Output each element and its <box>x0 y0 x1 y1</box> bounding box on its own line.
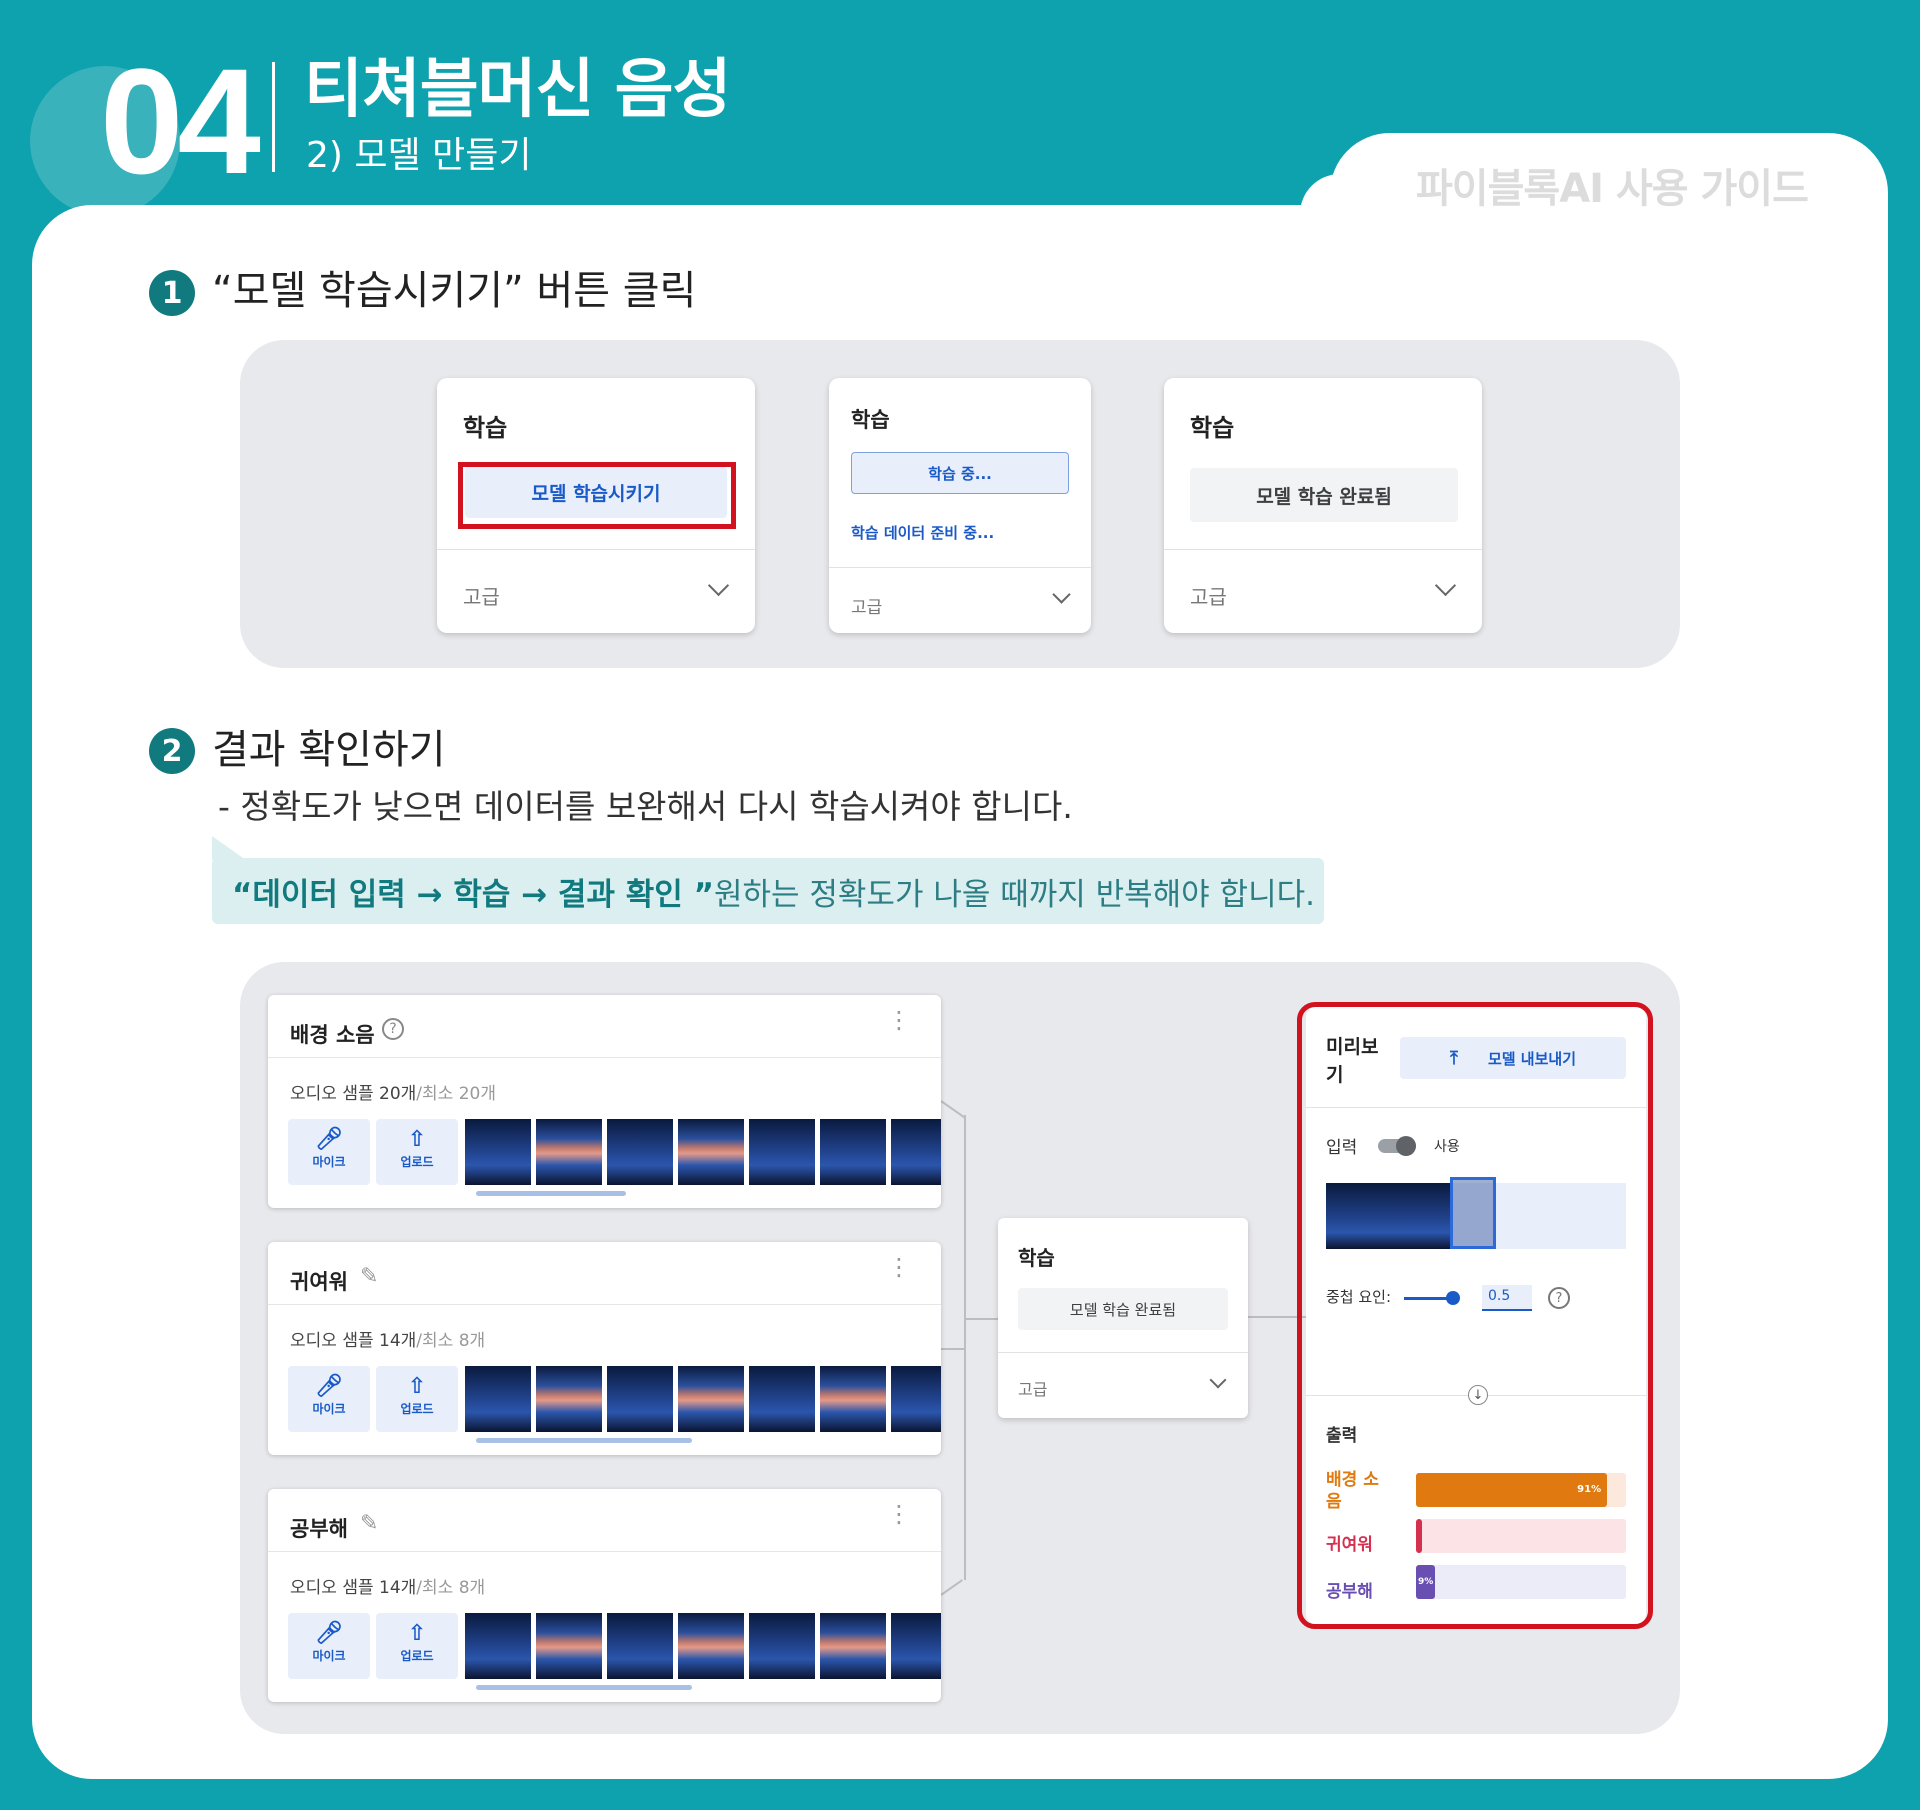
chevron-down-icon[interactable] <box>1209 1371 1227 1389</box>
upload-button[interactable]: ⇧ 업로드 <box>376 1613 458 1679</box>
training-complete-button[interactable]: 모델 학습 완료됨 <box>1190 468 1458 522</box>
spectrogram-sample[interactable] <box>749 1119 815 1185</box>
spectrogram-sample[interactable] <box>891 1613 941 1679</box>
train-card-training: 학습 학습 중... 학습 데이터 준비 중... 고급 <box>829 378 1091 633</box>
train-card-title: 학습 <box>463 414 508 442</box>
chevron-down-icon[interactable] <box>1052 585 1071 604</box>
advanced-label[interactable]: 고급 <box>1018 1376 1047 1400</box>
card-divider <box>268 1304 941 1305</box>
mic-icon: 🎤︎ <box>315 1621 343 1646</box>
sample-count: 오디오 샘플 20개/최소 20개 <box>290 1084 496 1104</box>
sample-count: 오디오 샘플 14개/최소 8개 <box>290 1578 486 1598</box>
connector-line <box>941 1348 965 1350</box>
class-card-background-noise: 배경 소음 ? ⋮ 오디오 샘플 20개/최소 20개 🎤︎ 마이크 ⇧ 업로드 <box>268 995 941 1208</box>
spectrogram-sample[interactable] <box>891 1119 941 1185</box>
spectrogram-sample[interactable] <box>820 1366 886 1432</box>
class-name[interactable]: 배경 소음 <box>290 1019 375 1049</box>
mic-button[interactable]: 🎤︎ 마이크 <box>288 1613 370 1679</box>
spectrogram-sample[interactable] <box>607 1613 673 1679</box>
page-title: 티쳐블머신 음성 <box>304 53 731 127</box>
highlight-frame <box>458 462 736 529</box>
callout-text: 원하는 정확도가 나올 때까지 반복해야 합니다. <box>713 876 1315 913</box>
connector-line <box>964 1318 1000 1320</box>
spectrogram-sample[interactable] <box>749 1366 815 1432</box>
edit-pencil-icon[interactable]: ✎ <box>360 1264 378 1289</box>
spectrogram-sample[interactable] <box>820 1613 886 1679</box>
advanced-label[interactable]: 고급 <box>463 581 500 610</box>
card-divider <box>437 549 755 550</box>
chevron-down-icon[interactable] <box>1434 574 1457 597</box>
edit-pencil-icon[interactable]: ✎ <box>360 1511 378 1536</box>
upload-button[interactable]: ⇧ 업로드 <box>376 1119 458 1185</box>
mic-button[interactable]: 🎤︎ 마이크 <box>288 1119 370 1185</box>
spectrogram-sample[interactable] <box>465 1366 531 1432</box>
more-options-icon[interactable]: ⋮ <box>887 1502 911 1526</box>
spectrogram-sample[interactable] <box>678 1119 744 1185</box>
header-divider <box>272 62 275 172</box>
spectrogram-sample[interactable] <box>820 1119 886 1185</box>
step2-note: - 정확도가 낮으면 데이터를 보완해서 다시 학습시켜야 합니다. <box>218 787 1073 826</box>
callout-tail <box>212 836 246 860</box>
card-divider <box>829 567 1091 568</box>
sample-scrollbar[interactable] <box>476 1191 626 1196</box>
step1-badge: 1 <box>149 270 195 316</box>
class-card-study: 공부해 ✎ ⋮ 오디오 샘플 14개/최소 8개 🎤︎ 마이크 ⇧ 업로드 <box>268 1489 941 1702</box>
class-name[interactable]: 공부해 <box>290 1513 348 1543</box>
training-status: 학습 데이터 준비 중... <box>851 524 995 542</box>
spectrogram-sample[interactable] <box>678 1366 744 1432</box>
advanced-label[interactable]: 고급 <box>1190 581 1227 610</box>
spectrogram-sample[interactable] <box>536 1119 602 1185</box>
training-complete-button[interactable]: 모델 학습 완료됨 <box>1018 1288 1228 1330</box>
train-card-title: 학습 <box>1018 1246 1055 1270</box>
mic-icon: 🎤︎ <box>315 1127 343 1152</box>
more-options-icon[interactable]: ⋮ <box>887 1255 911 1279</box>
train-card-title: 학습 <box>851 408 890 432</box>
card-divider <box>1164 549 1482 550</box>
upload-button[interactable]: ⇧ 업로드 <box>376 1366 458 1432</box>
sample-count: 오디오 샘플 14개/최소 8개 <box>290 1331 486 1351</box>
upload-icon: ⇧ <box>407 1374 427 1399</box>
train-card-title: 학습 <box>1190 414 1235 442</box>
highlight-frame <box>1297 1002 1653 1629</box>
spectrogram-sample[interactable] <box>607 1366 673 1432</box>
class-name[interactable]: 귀여워 <box>290 1266 348 1296</box>
mic-icon: 🎤︎ <box>315 1374 343 1399</box>
train-card: 학습 모델 학습 완료됨 고급 <box>998 1218 1248 1418</box>
spectrogram-sample[interactable] <box>465 1119 531 1185</box>
advanced-label[interactable]: 고급 <box>851 593 882 618</box>
training-in-progress-button[interactable]: 학습 중... <box>851 452 1069 494</box>
class-card-cute: 귀여워 ✎ ⋮ 오디오 샘플 14개/최소 8개 🎤︎ 마이크 ⇧ 업로드 <box>268 1242 941 1455</box>
sample-scrollbar[interactable] <box>476 1685 692 1690</box>
sample-scrollbar[interactable] <box>476 1438 692 1443</box>
more-options-icon[interactable]: ⋮ <box>887 1008 911 1032</box>
help-icon[interactable]: ? <box>382 1018 404 1040</box>
upload-icon: ⇧ <box>407 1127 427 1152</box>
step2-text: 결과 확인하기 <box>212 727 446 773</box>
mic-button[interactable]: 🎤︎ 마이크 <box>288 1366 370 1432</box>
guide-label: 파이블록AI 사용 가이드 <box>1416 166 1809 212</box>
spectrogram-sample[interactable] <box>536 1613 602 1679</box>
spectrogram-sample[interactable] <box>678 1613 744 1679</box>
card-divider <box>268 1551 941 1552</box>
chevron-down-icon[interactable] <box>707 574 730 597</box>
callout-box: “데이터 입력 → 학습 → 결과 확인 ” 원하는 정확도가 나올 때까지 반… <box>212 858 1324 924</box>
spectrogram-sample[interactable] <box>891 1366 941 1432</box>
spectrogram-sample[interactable] <box>465 1613 531 1679</box>
step1-text: “모델 학습시키기” 버튼 클릭 <box>212 268 697 314</box>
upload-icon: ⇧ <box>407 1621 427 1646</box>
card-divider <box>998 1352 1248 1353</box>
section-number: 04 <box>100 37 261 205</box>
page-subtitle: 2) 모델 만들기 <box>306 135 532 176</box>
spectrogram-sample[interactable] <box>607 1119 673 1185</box>
step2-badge: 2 <box>149 728 195 774</box>
spectrogram-sample[interactable] <box>536 1366 602 1432</box>
card-divider <box>268 1057 941 1058</box>
callout-cycle: “데이터 입력 → 학습 → 결과 확인 ” <box>232 876 714 913</box>
train-card-complete: 학습 모델 학습 완료됨 고급 <box>1164 378 1482 633</box>
spectrogram-sample[interactable] <box>749 1613 815 1679</box>
